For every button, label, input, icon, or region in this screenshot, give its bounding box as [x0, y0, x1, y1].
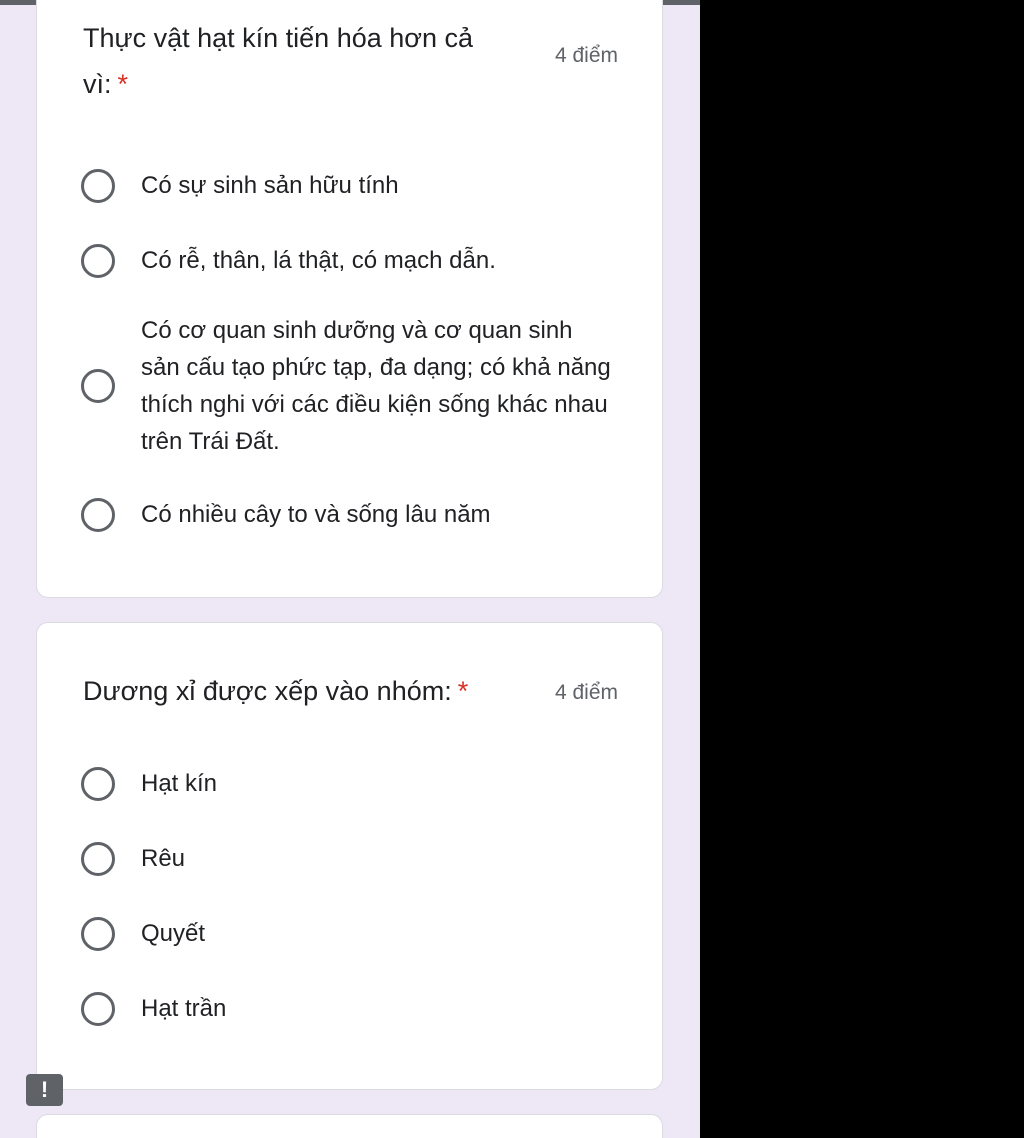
option-label: Hạt trần [141, 995, 227, 1022]
question-card-1: Thực vật hạt kín tiến hóa hơn cả vì: * 4 … [36, 0, 663, 598]
question-card-2: Dương xỉ được xếp vào nhóm: * 4 điểm Hạt … [36, 622, 663, 1090]
radio-option[interactable]: Có rễ, thân, lá thật, có mạch dẫn. [81, 242, 611, 279]
radio-button-icon[interactable] [81, 991, 115, 1026]
points-label: 4 điểm [554, 44, 618, 67]
radio-option[interactable]: Quyết [81, 915, 611, 952]
radio-button-icon[interactable] [81, 841, 115, 876]
report-issue-button[interactable]: ! [26, 1074, 63, 1106]
option-label: Có nhiều cây to và sống lâu năm [141, 501, 491, 528]
radio-button-icon[interactable] [81, 766, 115, 801]
option-label: Có cơ quan sinh dưỡng và cơ quan sinh sả… [141, 317, 611, 455]
form-background: Thực vật hạt kín tiến hóa hơn cả vì: * 4 … [0, 0, 700, 1138]
option-label: Hạt kín [141, 770, 218, 797]
question-title: Thực vật hạt kín tiến hóa hơn cả vì: * [83, 15, 473, 107]
radio-option[interactable]: Có nhiều cây to và sống lâu năm [81, 496, 611, 533]
radio-button-icon[interactable] [81, 916, 115, 951]
radio-button-icon[interactable] [81, 369, 115, 403]
radio-option[interactable]: Rêu [81, 840, 611, 877]
option-label: Rêu [141, 845, 186, 872]
radio-option[interactable]: Hạt kín [81, 765, 611, 802]
radio-button-icon[interactable] [81, 243, 115, 278]
required-asterisk: * [117, 69, 129, 99]
radio-option[interactable]: Có cơ quan sinh dưỡng và cơ quan sinh sả… [81, 312, 611, 460]
points-label: 4 điểm [554, 681, 618, 704]
option-label: Có sự sinh sản hữu tính [141, 172, 399, 199]
radio-button-icon[interactable] [81, 168, 115, 203]
required-asterisk: * [457, 676, 469, 706]
question-card-3 [36, 1114, 663, 1138]
option-label: Quyết [141, 920, 206, 947]
question-title: Dương xỉ được xếp vào nhóm: * [83, 668, 523, 714]
radio-option[interactable]: Có sự sinh sản hữu tính [81, 167, 611, 204]
radio-option[interactable]: Hạt trần [81, 990, 611, 1027]
question-text: Dương xỉ được xếp vào nhóm: [83, 676, 452, 706]
radio-button-icon[interactable] [81, 497, 115, 532]
option-label: Có rễ, thân, lá thật, có mạch dẫn. [141, 247, 496, 274]
question-text: Thực vật hạt kín tiến hóa hơn cả vì: [83, 23, 473, 99]
